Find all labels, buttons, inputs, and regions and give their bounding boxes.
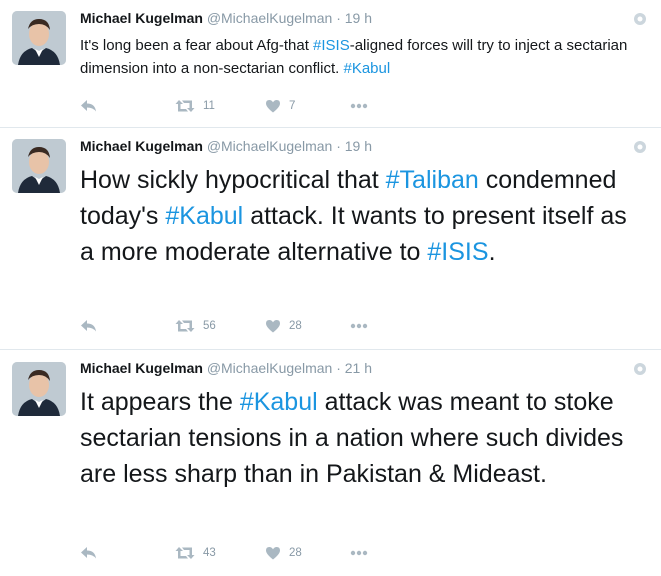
gear-icon[interactable] [633, 140, 647, 154]
retweet-count: 43 [203, 547, 216, 559]
retweet-button[interactable]: 43 [175, 543, 265, 563]
heart-icon [265, 546, 281, 560]
author-name[interactable]: Michael Kugelman [80, 360, 203, 376]
tweet-text: It's long been a fear about Afg-that #IS… [80, 34, 641, 80]
gear-icon[interactable] [633, 362, 647, 376]
reply-button[interactable] [80, 316, 175, 336]
text-segment: How sickly hypocritical that [80, 166, 386, 194]
tweet-time[interactable]: 21 h [345, 360, 372, 376]
more-button[interactable] [350, 543, 368, 563]
separator: · [336, 360, 341, 376]
gear-icon[interactable] [633, 12, 647, 26]
more-dots-icon [350, 550, 368, 556]
retweet-icon [175, 319, 195, 333]
retweet-count: 11 [203, 100, 215, 112]
tweet-header: Michael Kugelman @MichaelKugelman · 19 h [80, 138, 372, 154]
tweet: Michael Kugelman @MichaelKugelman · 21 h… [0, 350, 661, 576]
tweet-text: How sickly hypocritical that #Taliban co… [80, 162, 641, 270]
like-button[interactable]: 28 [265, 543, 350, 563]
tweet-time[interactable]: 19 h [345, 10, 372, 26]
hashtag-link[interactable]: #Kabul [343, 60, 390, 77]
author-handle[interactable]: @MichaelKugelman [207, 360, 333, 376]
tweet-actions: 56 28 [80, 316, 368, 336]
like-count: 28 [289, 547, 302, 559]
retweet-button[interactable]: 56 [175, 316, 265, 336]
like-count: 7 [289, 100, 296, 112]
hashtag-link[interactable]: #ISIS [427, 238, 488, 266]
tweet-actions: 43 28 [80, 543, 368, 563]
more-dots-icon [350, 103, 368, 109]
tweet-text: It appears the #Kabul attack was meant t… [80, 384, 641, 492]
heart-icon [265, 99, 281, 113]
separator: · [336, 10, 341, 26]
hashtag-link[interactable]: #Taliban [386, 166, 479, 194]
reply-icon [80, 546, 98, 560]
like-button[interactable]: 28 [265, 316, 350, 336]
retweet-button[interactable]: 11 [175, 96, 265, 116]
tweet: Michael Kugelman @MichaelKugelman · 19 h… [0, 0, 661, 128]
text-segment: It appears the [80, 388, 240, 416]
more-button[interactable] [350, 316, 368, 336]
tweet-header: Michael Kugelman @MichaelKugelman · 21 h [80, 360, 372, 376]
tweet-header: Michael Kugelman @MichaelKugelman · 19 h [80, 10, 372, 26]
reply-button[interactable] [80, 543, 175, 563]
retweet-icon [175, 546, 195, 560]
text-segment: . [488, 238, 496, 266]
tweet: Michael Kugelman @MichaelKugelman · 19 h… [0, 128, 661, 350]
reply-icon [80, 319, 98, 333]
avatar[interactable] [12, 11, 66, 65]
separator: · [336, 138, 341, 154]
hashtag-link[interactable]: #Kabul [240, 388, 318, 416]
author-handle[interactable]: @MichaelKugelman [207, 138, 333, 154]
avatar[interactable] [12, 362, 66, 416]
text-segment: It's long been a fear about Afg-that [80, 37, 314, 54]
tweet-time[interactable]: 19 h [345, 138, 372, 154]
hashtag-link[interactable]: #Kabul [165, 202, 243, 230]
hashtag-link[interactable]: #ISIS [313, 37, 350, 54]
more-dots-icon [350, 323, 368, 329]
reply-icon [80, 99, 98, 113]
retweet-count: 56 [203, 320, 216, 332]
retweet-icon [175, 99, 195, 113]
tweet-actions: 11 7 [80, 96, 368, 116]
tweet-feed: Michael Kugelman @MichaelKugelman · 19 h… [0, 0, 661, 576]
reply-button[interactable] [80, 96, 175, 116]
avatar[interactable] [12, 139, 66, 193]
author-name[interactable]: Michael Kugelman [80, 10, 203, 26]
more-button[interactable] [350, 96, 368, 116]
heart-icon [265, 319, 281, 333]
author-handle[interactable]: @MichaelKugelman [207, 10, 333, 26]
author-name[interactable]: Michael Kugelman [80, 138, 203, 154]
like-count: 28 [289, 320, 302, 332]
like-button[interactable]: 7 [265, 96, 350, 116]
